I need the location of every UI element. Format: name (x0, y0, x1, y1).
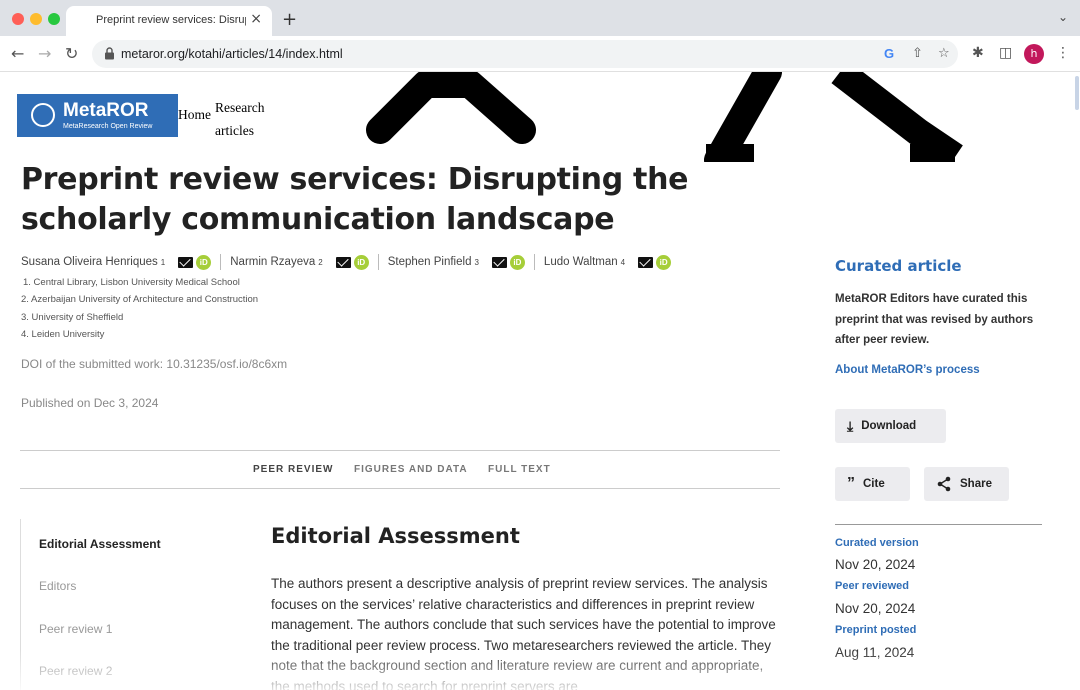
orcid-icon[interactable]: iD (509, 254, 525, 270)
tab-full-text[interactable]: FULL TEXT (488, 464, 551, 475)
divider (377, 254, 379, 270)
forward-icon[interactable]: → (38, 44, 51, 63)
curated-article-heading: Curated article (835, 257, 962, 275)
extensions-icon[interactable]: ✱ (972, 45, 984, 61)
affiliation: 2. Azerbaijan University of Architecture… (21, 294, 259, 305)
email-icon[interactable] (491, 256, 507, 268)
avatar[interactable]: h (1024, 44, 1044, 64)
tab-peer-review[interactable]: PEER REVIEW (253, 464, 333, 475)
author-name: Susana Oliveira Henriques (21, 256, 158, 268)
tab-close-icon[interactable]: × (250, 11, 262, 27)
orcid-icon[interactable]: iD (656, 254, 672, 270)
new-tab-button[interactable]: + (282, 9, 297, 30)
version-label[interactable]: Curated version (835, 537, 919, 549)
tab-title: Preprint review services: Disrupting the… (96, 14, 246, 26)
scrollbar[interactable] (1074, 72, 1080, 690)
menu-icon[interactable]: ⋮ (1056, 45, 1070, 61)
orcid-icon[interactable]: iD (353, 254, 369, 270)
divider (835, 524, 1042, 525)
divider (533, 254, 535, 270)
article-title: Preprint review services: Disrupting the… (21, 162, 689, 237)
reload-icon[interactable]: ↻ (65, 44, 78, 63)
author[interactable]: Stephen Pinfield 3 (388, 256, 479, 268)
browser-tab-bar: Preprint review services: Disrupting the… (0, 0, 1080, 36)
star-icon[interactable]: ☆ (938, 46, 950, 61)
address-bar[interactable]: metaror.org/kotahi/articles/14/index.htm… (92, 40, 958, 68)
share-label: Share (960, 478, 992, 490)
google-icon[interactable]: G (884, 46, 894, 61)
author-affil-number: 3 (474, 257, 479, 267)
author-name: Stephen Pinfield (387, 256, 472, 268)
email-icon[interactable] (178, 256, 194, 268)
orcid-icon[interactable]: iD (196, 254, 212, 270)
author-list: Susana Oliveira Henriques 1 iD Narmin Rza… (21, 254, 672, 270)
sidebar-icon[interactable]: ◫ (999, 45, 1012, 61)
chevron-up-icon (366, 72, 536, 144)
page-tabs: PEER REVIEW FIGURES AND DATA FULL TEXT (20, 450, 780, 489)
affiliation: 3. University of Sheffield (21, 312, 124, 323)
tab-figures-and-data[interactable]: FIGURES AND DATA (354, 464, 468, 475)
maximize-window-button[interactable] (48, 13, 60, 25)
toc-item-editorial-assessment[interactable]: Editorial Assessment (39, 537, 161, 551)
share-icon (937, 476, 951, 492)
email-icon[interactable] (638, 256, 654, 268)
toc-rail (20, 519, 21, 690)
version-date: Nov 20, 2024 (835, 557, 916, 572)
curated-description: MetaROR Editors have curated this prepri… (835, 293, 1034, 346)
quote-icon: ” (847, 475, 855, 492)
published-date: Published on Dec 3, 2024 (21, 396, 159, 410)
doi-text: DOI of the submitted work: 10.31235/osf.… (21, 357, 288, 371)
author-name: Narmin Rzayeva (230, 256, 316, 268)
toc-item-editors[interactable]: Editors (39, 579, 76, 593)
author[interactable]: Susana Oliveira Henriques 1 (21, 256, 165, 268)
scrollbar-thumb[interactable] (1075, 76, 1079, 110)
author-affil-number: 1 (160, 257, 166, 267)
download-icon: ⤓ (847, 417, 854, 434)
browser-tab[interactable]: Preprint review services: Disrupting the… (66, 6, 272, 36)
minimize-window-button[interactable] (30, 13, 42, 25)
version-label[interactable]: Peer reviewed (835, 580, 909, 592)
url-text: metaror.org/kotahi/articles/14/index.htm… (121, 47, 343, 61)
affiliation: 1. Central Library, Lisbon University Me… (23, 277, 240, 288)
download-label: Download (861, 420, 917, 432)
version-date: Aug 11, 2024 (835, 645, 915, 660)
cite-label: Cite (863, 478, 885, 490)
author[interactable]: Narmin Rzayeva 2 (230, 256, 322, 268)
share-icon[interactable]: ⇧ (912, 46, 923, 61)
toc-item-peer-review-1[interactable]: Peer review 1 (39, 622, 112, 636)
process-link[interactable]: About MetaROR’s process (835, 364, 980, 376)
download-button[interactable]: ⤓ Download (835, 409, 946, 443)
version-date: Nov 20, 2024 (835, 601, 916, 616)
section-heading: Editorial Assessment (271, 524, 520, 548)
affiliation: 4. Leiden University (21, 329, 105, 340)
browser-toolbar: ← → ↻ metaror.org/kotahi/articles/14/ind… (0, 36, 1080, 72)
author-name: Ludo Waltman (543, 256, 618, 268)
divider (220, 254, 222, 270)
chevron-down-icon[interactable]: ⌄ (1058, 10, 1068, 24)
decorative-chevrons (366, 72, 963, 162)
cite-button[interactable]: ” Cite (835, 467, 910, 501)
section-body: The authors present a descriptive analys… (271, 576, 776, 690)
email-icon[interactable] (335, 256, 351, 268)
author-affil-number: 4 (620, 257, 626, 267)
back-icon[interactable]: ← (11, 44, 24, 63)
share-button[interactable]: Share (924, 467, 1009, 501)
author-affil-number: 2 (318, 257, 323, 267)
close-window-button[interactable] (12, 13, 24, 25)
version-label[interactable]: Preprint posted (835, 624, 916, 636)
toc-item-peer-review-2[interactable]: Peer review 2 (39, 664, 112, 678)
author[interactable]: Ludo Waltman 4 (544, 256, 625, 268)
lock-icon (105, 47, 114, 60)
